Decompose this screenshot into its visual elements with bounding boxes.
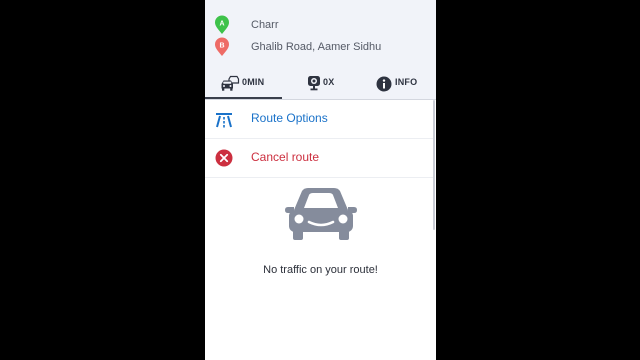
route-header: A Charr B Ghalib Road, Aamer Sidhu <box>205 0 436 70</box>
tab-info-label: INFO <box>395 77 418 87</box>
speed-camera-icon <box>308 76 320 91</box>
cancel-icon <box>215 149 233 167</box>
car-icon <box>285 188 357 240</box>
start-pin-letter: A <box>219 21 224 28</box>
end-location-name: Ghalib Road, Aamer Sidhu <box>251 41 382 53</box>
tab-info[interactable]: INFO <box>359 70 436 99</box>
tab-speed-cameras[interactable]: 0X <box>282 70 359 99</box>
highway-icon <box>216 113 232 128</box>
route-options-label: Route Options <box>251 111 328 125</box>
active-tab-indicator <box>205 97 282 99</box>
scroll-indicator <box>433 100 435 230</box>
start-location-name: Charr <box>251 19 279 31</box>
no-traffic-message: No traffic on your route! <box>263 264 378 276</box>
traffic-car-icon <box>221 75 240 91</box>
end-waypoint[interactable]: B Ghalib Road, Aamer Sidhu <box>205 37 436 59</box>
start-pin-icon: A <box>215 15 229 35</box>
end-pin-letter: B <box>219 43 224 50</box>
start-waypoint[interactable]: A Charr <box>205 15 436 37</box>
info-icon <box>376 76 392 92</box>
tab-speed-cameras-label: 0X <box>323 77 335 87</box>
tab-traffic-delay[interactable]: 0MIN <box>205 70 282 99</box>
end-pin-icon: B <box>215 37 229 56</box>
cancel-route-label: Cancel route <box>251 150 320 164</box>
route-tabs: 0MIN 0X INFO <box>205 70 436 100</box>
tab-traffic-delay-label: 0MIN <box>242 77 265 87</box>
navigation-panel: A Charr B Ghalib Road, Aamer Sidhu 0MIN <box>205 0 436 360</box>
route-options-button[interactable]: Route Options <box>205 100 433 139</box>
cancel-route-button[interactable]: Cancel route <box>205 139 433 178</box>
